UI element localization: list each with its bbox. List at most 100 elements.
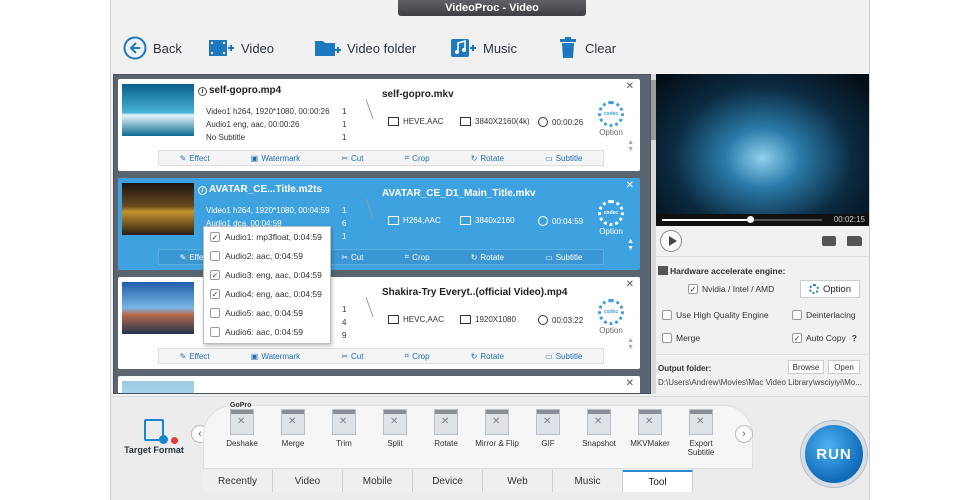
crop-button[interactable]: ⌗ Crop [405,252,430,262]
open-button[interactable]: Open [828,360,860,374]
close-icon[interactable]: ✕ [626,180,634,191]
high-quality-checkbox-row[interactable]: Use High Quality Engine [662,310,769,320]
cut-button[interactable]: ✂ Cut [341,352,363,361]
seek-track[interactable] [662,216,822,223]
tab-music[interactable]: Music [553,470,623,492]
subtitle-track-line[interactable]: No Subtitle [206,133,245,142]
crop-button[interactable]: ⌗ Crop [405,351,430,361]
seek-handle[interactable] [747,216,754,223]
add-music-button[interactable]: Music [449,34,517,62]
subtitle-button[interactable]: ▭ Subtitle [545,154,582,163]
codec-option-button[interactable]: codec Option [596,200,626,236]
tab-mobile[interactable]: Mobile [343,470,413,492]
tab-device[interactable]: Device [413,470,483,492]
info-icon[interactable]: i [198,186,207,195]
close-icon[interactable]: ✕ [626,81,634,92]
video-preview[interactable]: 00:02:15 [656,74,869,226]
checkbox-unchecked[interactable] [210,326,220,337]
video-folder-icon [315,41,341,56]
auto-copy-checkbox-row[interactable]: ✓ Auto Copy? [792,333,857,343]
audio-option[interactable]: ✓ Audio3: eng, aac, 0:04:59 [204,265,330,284]
task-item[interactable]: i self-gopro.mp4 Video1 h264, 1920*1080, … [118,79,640,171]
rotate-button[interactable]: ↻ Rotate [471,154,504,163]
audio-option[interactable]: Audio5: aac, 0:04:59 [204,303,330,322]
reorder-arrows-icon[interactable]: ▲ ▼ [627,238,634,252]
run-button[interactable]: RUN [801,421,867,487]
watermark-button[interactable]: ▣Watermark [251,352,300,361]
task-item-selected[interactable]: i AVATAR_CE...Title.m2ts Video1 h264, 192… [118,178,640,270]
output-resolution: 3840x2160 [460,216,515,225]
close-icon[interactable]: ✕ [626,279,634,290]
cut-button[interactable]: ✂ Cut [341,253,363,262]
checkbox-checked[interactable]: ✓ [210,231,220,242]
output-file-name[interactable]: Shakira-Try Everyt..(official Video).mp4 [382,287,567,298]
snapshot-camera-icon[interactable] [822,236,836,246]
checkbox-checked[interactable]: ✓ [688,284,698,294]
scroll-right-icon[interactable]: › [735,425,753,443]
info-icon[interactable]: i [198,87,207,96]
audio-option[interactable]: ✓ Audio4: eng, aac, 0:04:59 [204,284,330,303]
checkbox-unchecked[interactable] [210,307,220,318]
rotate-button[interactable]: ↻ Rotate [471,352,504,361]
mirror-flip-icon [485,409,509,435]
output-folder-path[interactable]: D:\Users\Andrew\Movies\Mac Video Library… [658,378,868,387]
subtitle-button[interactable]: ▭ Subtitle [545,352,582,361]
back-button[interactable]: Back [123,34,182,62]
subtitle-button[interactable]: ▭ Subtitle [545,253,582,262]
preview-seekbar[interactable]: 00:02:15 [656,214,869,226]
tool-deshake[interactable]: Deshake [217,401,267,448]
help-icon[interactable]: ? [852,333,857,343]
tab-video[interactable]: Video [273,470,343,492]
tool-mirror-flip[interactable]: Mirror & Flip [472,409,522,448]
audio-option[interactable]: Audio2: aac, 0:04:59 [204,246,330,265]
deinterlacing-checkbox-row[interactable]: Deinterlacing [792,310,856,320]
crop-button[interactable]: ⌗ Crop [405,153,430,163]
output-resolution: 3840X2160(4k) [460,117,530,126]
tool-snapshot[interactable]: Snapshot [574,409,624,448]
tab-recently[interactable]: Recently [203,470,273,492]
checkbox-checked[interactable]: ✓ [792,333,802,343]
output-file-name[interactable]: AVATAR_CE_D1_Main_Title.mkv [382,188,536,199]
rotate-button[interactable]: ↻ Rotate [471,253,504,262]
reorder-arrows-icon[interactable]: ▲ ▼ [627,139,634,153]
nvidia-checkbox-row[interactable]: ✓ Nvidia / Intel / AMD [688,284,774,294]
browse-button[interactable]: Browse [788,360,824,374]
checkbox-unchecked[interactable] [662,333,672,343]
audio-option[interactable]: Audio6: aac, 0:04:59 [204,322,330,341]
watermark-button[interactable]: ▣Watermark [251,154,300,163]
effect-button[interactable]: ✎ Effect [180,154,210,163]
codec-option-button[interactable]: codec Option [596,101,626,137]
output-file-name[interactable]: self-gopro.mkv [382,89,454,100]
add-video-button[interactable]: Video [207,34,274,62]
checkbox-unchecked[interactable] [210,250,220,261]
tool-mkvmaker[interactable]: MKVMaker [625,409,675,448]
tool-rotate[interactable]: Rotate [421,409,471,448]
tool-export-subtitle[interactable]: Export Subtitle [676,409,726,457]
effect-button[interactable]: ✎ Effect [180,352,210,361]
cut-button[interactable]: ✂ Cut [341,154,363,163]
checkbox-checked[interactable]: ✓ [210,288,220,299]
tool-split[interactable]: Split [370,409,420,448]
checkbox-unchecked[interactable] [792,310,802,320]
reorder-arrows-icon[interactable]: ▲ ▼ [627,337,634,351]
play-button[interactable] [660,230,682,252]
clear-button[interactable]: Clear [557,34,616,62]
tool-merge[interactable]: Merge [268,409,318,448]
checkbox-checked[interactable]: ✓ [210,269,220,280]
task-item[interactable]: ✕ [118,376,640,393]
target-format-button[interactable]: Target Format [119,419,189,455]
tab-web[interactable]: Web [483,470,553,492]
audio-track-line[interactable]: Audio1 eng, aac, 00:00:26 [206,120,299,129]
add-video-folder-button[interactable]: Video folder [313,34,416,62]
task-item[interactable]: 1 4 9 Shakira-Try Everyt..(official Vide… [118,277,640,369]
checkbox-unchecked[interactable] [662,310,672,320]
open-folder-icon[interactable] [847,236,862,246]
codec-option-button[interactable]: codec Option [596,299,626,335]
tool-gif[interactable]: GIF [523,409,573,448]
tab-tool[interactable]: Tool [623,470,693,492]
hardware-option-button[interactable]: Option [800,280,860,298]
close-icon[interactable]: ✕ [626,378,634,389]
audio-option[interactable]: ✓ Audio1: mp3float, 0:04:59 [204,227,330,246]
merge-checkbox-row[interactable]: Merge [662,333,700,343]
tool-trim[interactable]: Trim [319,409,369,448]
